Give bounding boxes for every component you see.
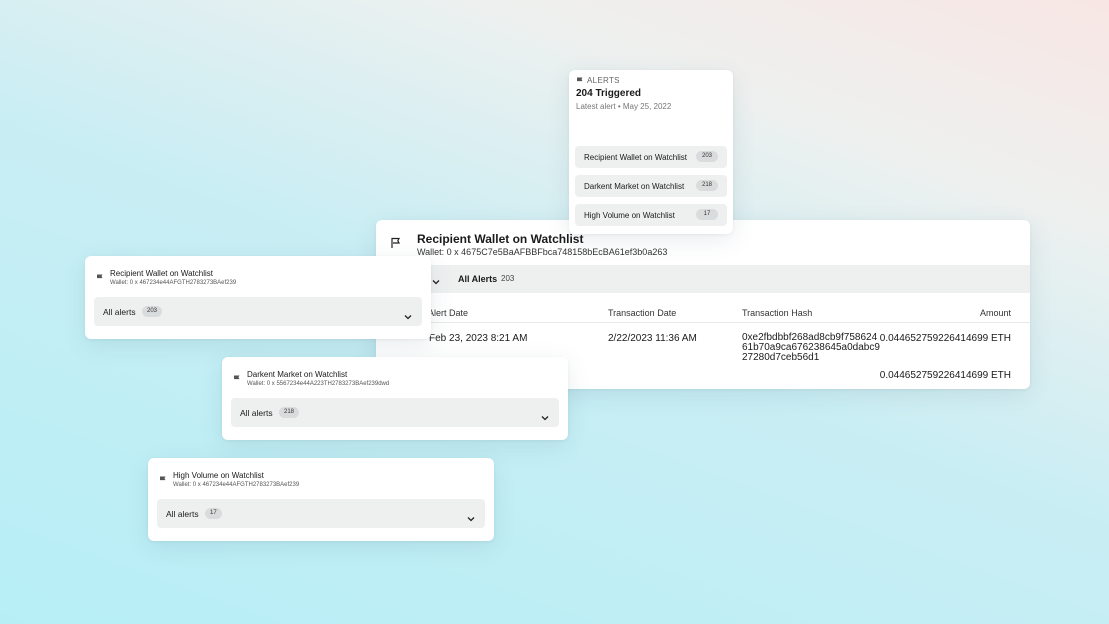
watchlist-card-high-volume: High Volume on Watchlist Wallet: 0 x 467…	[148, 458, 494, 541]
transaction-date-cell: 2/22/2023 11:36 AM	[608, 333, 697, 344]
header-divider	[376, 322, 1030, 323]
alert-type-label: Darkent Market on Watchlist	[584, 182, 685, 191]
alerts-summary-popup: ALERTS 204 Triggered Latest alert • May …	[569, 70, 733, 234]
alert-count-badge: 203	[696, 151, 718, 162]
alerts-filter-bar[interactable]: All Alerts 203	[376, 265, 1030, 293]
flag-icon	[577, 77, 583, 85]
select-label: All alerts	[240, 408, 273, 418]
select-label: All alerts	[166, 509, 199, 519]
transaction-hash-cell[interactable]: 0xe2fbdbbf268ad8cb9f75862461b70a9ca67623…	[742, 333, 882, 363]
chevron-down-icon[interactable]	[467, 510, 475, 528]
watchlist-card-darkent: Darkent Market on Watchlist Wallet: 0 x …	[222, 357, 568, 440]
alerts-select[interactable]: All alerts 218	[231, 398, 559, 427]
wallet-address: Wallet: 0 x 467234e44AFGTH2783273BAef239	[173, 482, 300, 488]
chevron-down-icon[interactable]	[541, 409, 549, 427]
amount-cell: 0.044652759226414699 ETH	[879, 370, 1011, 381]
alert-count-badge: 218	[696, 180, 718, 191]
flag-icon	[96, 269, 104, 287]
alert-type-item-recipient[interactable]: Recipient Wallet on Watchlist 203	[575, 146, 727, 168]
column-header-amount[interactable]: Amount	[980, 308, 1011, 318]
wallet-address: Wallet: 0 x 5567234e44A223TH2783273BAef2…	[247, 381, 390, 387]
alerts-heading-text: ALERTS	[587, 76, 620, 85]
amount-cell: 0.044652759226414699 ETH	[879, 333, 1011, 344]
alert-count-badge: 17	[696, 209, 718, 220]
watchlist-card-recipient: Recipient Wallet on Watchlist Wallet: 0 …	[85, 256, 431, 339]
alert-type-item-high-volume[interactable]: High Volume on Watchlist 17	[575, 204, 727, 226]
alert-type-item-darkent[interactable]: Darkent Market on Watchlist 218	[575, 175, 727, 197]
card-title: Recipient Wallet on Watchlist	[417, 232, 584, 246]
chevron-down-icon[interactable]	[432, 273, 440, 291]
flag-icon	[390, 234, 402, 252]
alerts-heading: ALERTS	[576, 76, 620, 85]
column-header-transaction-hash[interactable]: Transaction Hash	[742, 308, 812, 318]
filter-label: All Alerts	[458, 274, 498, 284]
wallet-address: Wallet: 0 x 467234e44AFGTH2783273BAef239	[110, 280, 237, 286]
latest-alert-date: May 25, 2022	[622, 102, 672, 111]
select-label: All alerts	[103, 307, 136, 317]
alerts-select[interactable]: All alerts 17	[157, 499, 485, 528]
watchlist-title: High Volume on Watchlist	[173, 471, 264, 480]
latest-alert: Latest alert • May 25, 2022	[576, 102, 671, 111]
triggered-count: 204 Triggered	[576, 88, 642, 99]
flag-icon	[233, 370, 241, 388]
alert-date-cell: Feb 23, 2023 8:21 AM	[429, 333, 528, 344]
column-header-transaction-date[interactable]: Transaction Date	[608, 308, 676, 318]
column-header-alert-date[interactable]: Alert Date	[428, 308, 468, 318]
alert-type-label: High Volume on Watchlist	[584, 211, 675, 220]
filter-count: 203	[501, 274, 515, 283]
watchlist-title: Darkent Market on Watchlist	[247, 370, 348, 379]
alert-count-badge: 203	[142, 306, 163, 317]
wallet-address: Wallet: 0 x 4675C7e5BaAFBBFbca748158bEcB…	[417, 247, 668, 257]
flag-icon	[159, 471, 167, 489]
alert-type-label: Recipient Wallet on Watchlist	[584, 153, 687, 162]
watchlist-title: Recipient Wallet on Watchlist	[110, 269, 213, 278]
alert-count-badge: 218	[279, 407, 300, 418]
alert-count-badge: 17	[205, 508, 222, 519]
alerts-select[interactable]: All alerts 203	[94, 297, 422, 326]
chevron-down-icon[interactable]	[404, 308, 412, 326]
latest-alert-label: Latest alert	[576, 102, 616, 111]
